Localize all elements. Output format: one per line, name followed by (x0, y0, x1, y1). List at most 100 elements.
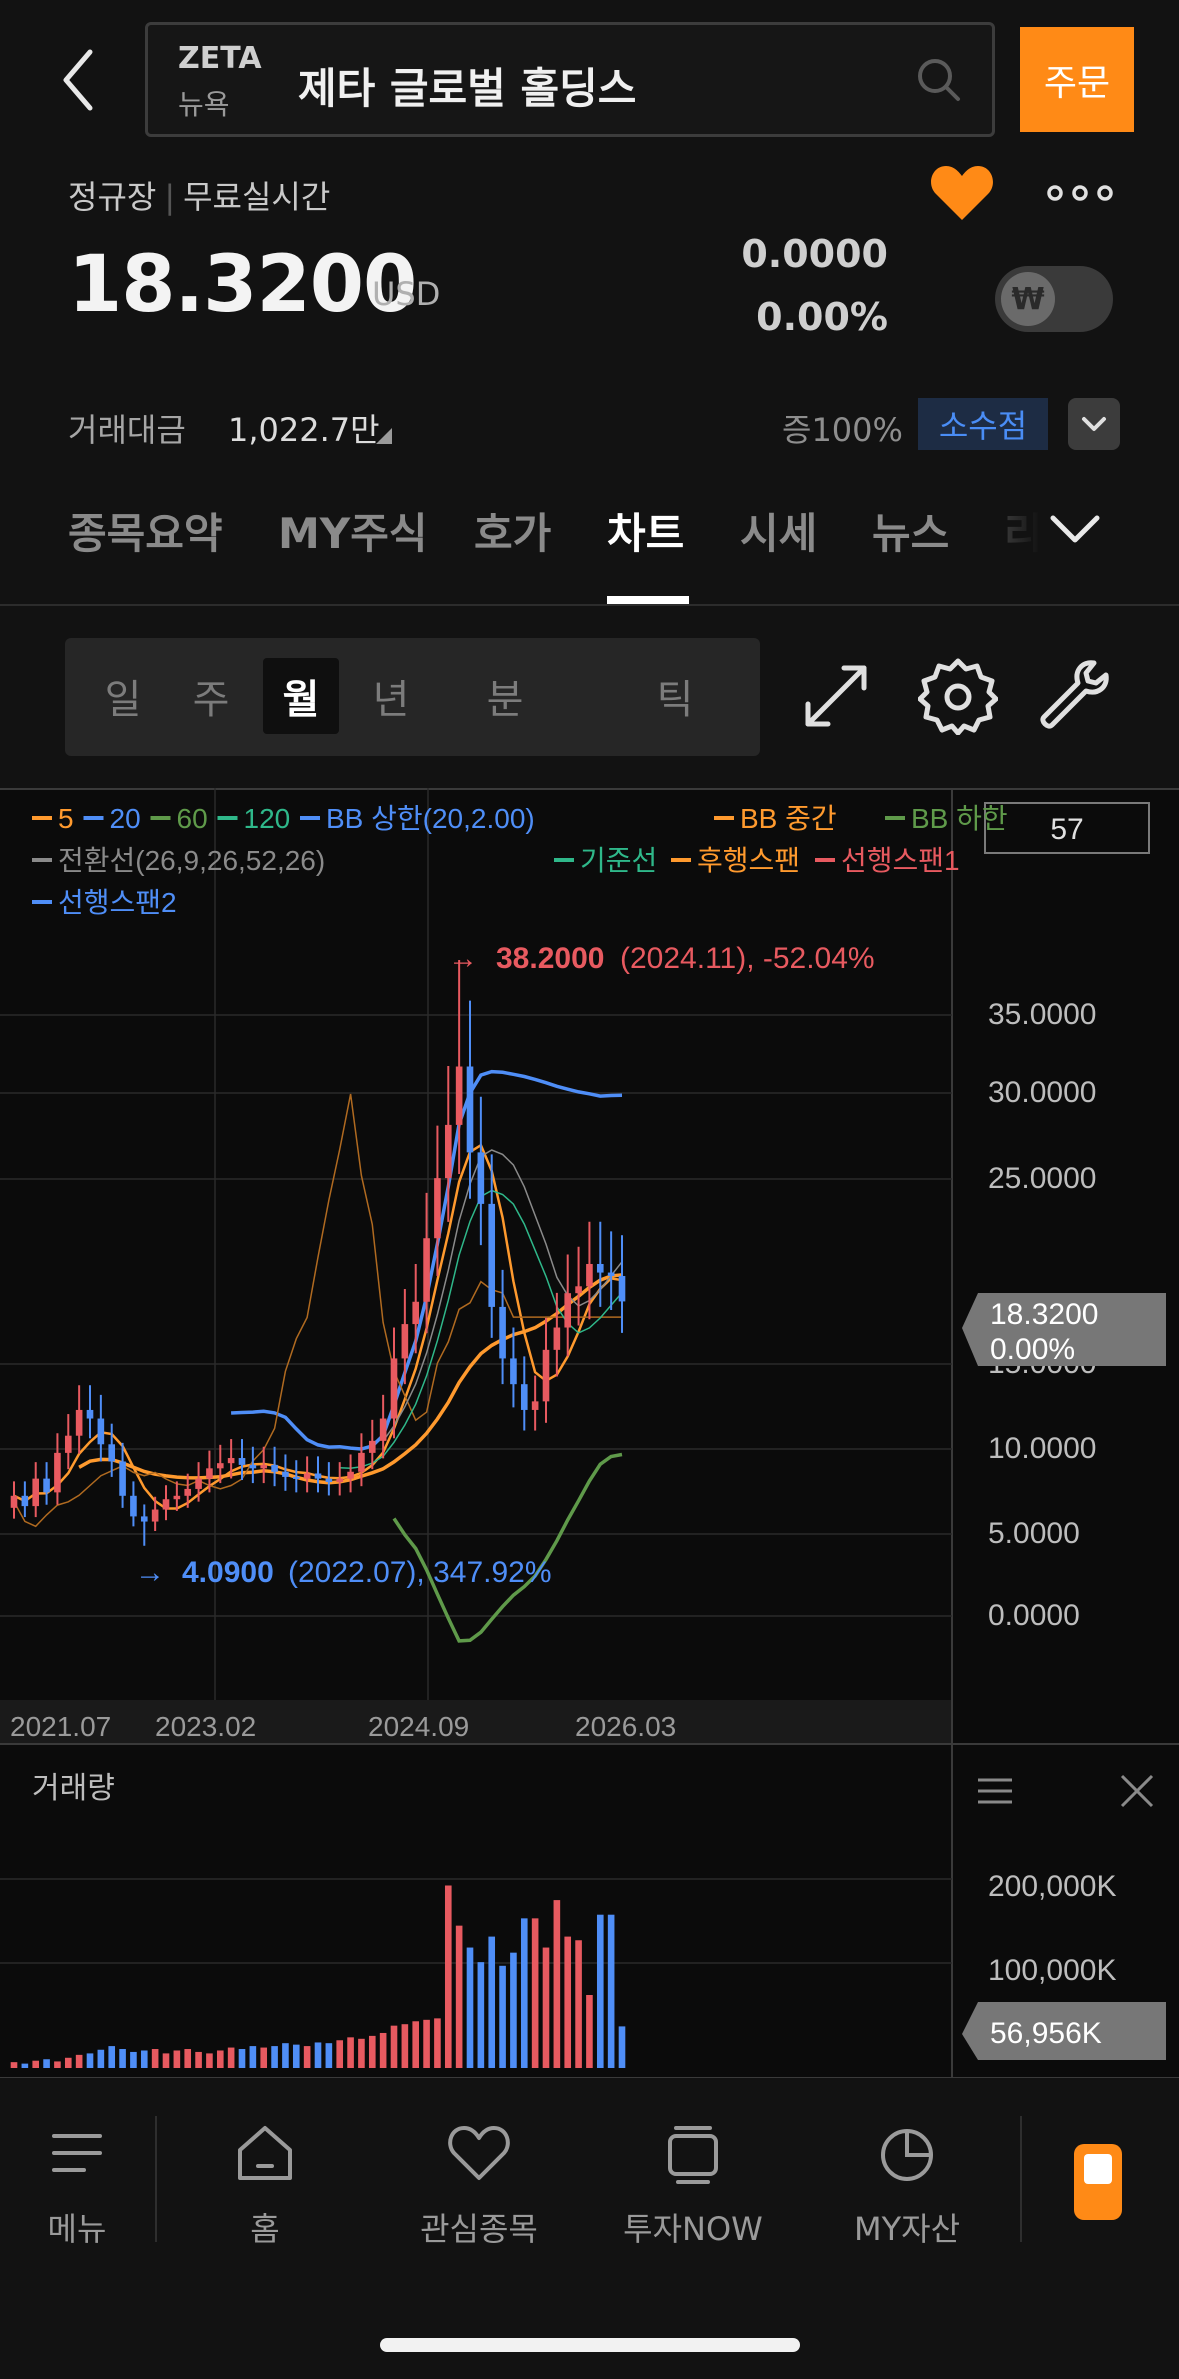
x-tick-label: 2023.02 (155, 1711, 256, 1742)
volume-bar (379, 2032, 387, 2068)
menu-icon (52, 2134, 102, 2172)
nav-home[interactable]: 홈 (170, 2118, 360, 2250)
nav-watchlist[interactable]: 관심종목 (384, 2118, 574, 2250)
chevron-down-icon[interactable] (1045, 508, 1105, 552)
won-icon: ₩ (1001, 272, 1055, 326)
chevron-down-icon (1082, 417, 1106, 431)
tab-summary[interactable]: 종목요약 (68, 500, 223, 561)
period-tick[interactable]: 틱 (625, 658, 725, 734)
separator: | (164, 178, 176, 216)
market-session-label: 정규장 (68, 178, 157, 216)
volume-bar (314, 2042, 322, 2068)
tab-orderbook[interactable]: 호가 (474, 500, 551, 561)
candle-body (607, 1272, 615, 1277)
legend-swatch (815, 858, 835, 862)
volume-bar (336, 2040, 344, 2068)
back-button[interactable] (48, 40, 118, 120)
more-options-icon[interactable] (1045, 178, 1115, 208)
legend-label: 20 (110, 803, 141, 834)
candle-body (130, 1495, 137, 1517)
decimal-button[interactable]: 소수점 (918, 398, 1048, 450)
volume-bars (10, 1885, 626, 2068)
tab-news[interactable]: 뉴스 (872, 500, 949, 561)
volume-bar (206, 2053, 213, 2068)
period-month[interactable]: 월 (263, 658, 339, 734)
nav-invest-now-label: 투자NOW (623, 2210, 763, 2248)
volume-bar (553, 1900, 561, 2068)
legend-swatch (32, 816, 52, 820)
candle-body (271, 1464, 278, 1472)
home-icon (238, 2126, 292, 2180)
count-box-value: 57 (1050, 813, 1083, 846)
stock-name: 제타 글로벌 홀딩스 (298, 64, 637, 113)
candle-body (206, 1468, 213, 1479)
ma5-line (13, 1143, 623, 1510)
expand-quote-button[interactable] (1068, 398, 1120, 450)
stock-search-box[interactable]: ZETA 뉴욕 제타 글로벌 홀딩스 (145, 22, 995, 137)
volume-bar (184, 2049, 192, 2068)
legend-label: 120 (244, 803, 291, 834)
order-button[interactable]: 주문 (1020, 27, 1134, 132)
period-week[interactable]: 주 (175, 658, 247, 734)
volume-bar (227, 2047, 235, 2068)
wrench-icon[interactable] (1034, 655, 1114, 735)
candle-body (303, 1473, 311, 1479)
heart-icon[interactable] (928, 162, 996, 224)
tab-chart[interactable]: 차트 (607, 500, 684, 561)
period-year[interactable]: 년 (355, 658, 427, 734)
y-tick-label: 5.0000 (988, 1517, 1080, 1550)
volume-tick-label: 100,000K (988, 1954, 1116, 1987)
candle-body (21, 1495, 29, 1507)
candle-body (162, 1499, 170, 1510)
gear-icon[interactable] (918, 655, 998, 735)
y-tick-label: 25.0000 (988, 1162, 1096, 1195)
nav-my-assets[interactable]: MY자산 (812, 2118, 1002, 2250)
volume-bar (195, 2051, 202, 2068)
nav-invest-now[interactable]: 투자NOW (598, 2118, 788, 2250)
price-tag-value: 18.3200 (990, 1298, 1098, 1331)
candle-body (314, 1473, 322, 1479)
invest-now-icon (668, 2126, 718, 2184)
volume-bar (130, 2051, 137, 2068)
chevron-left-icon (63, 49, 93, 111)
legend-label: 60 (177, 803, 208, 834)
candle-body (336, 1478, 344, 1483)
period-minute[interactable]: 분 (455, 658, 555, 734)
candle-body (184, 1488, 192, 1496)
candle-body (151, 1509, 159, 1522)
tab-my-stock[interactable]: MY주식 (278, 500, 428, 561)
stock-chart[interactable]: 57 35.000030.000025.000015.000010.00005.… (0, 788, 1179, 2078)
volume-title: 거래량 (32, 1772, 115, 1805)
nav-separator (155, 2116, 157, 2242)
close-icon[interactable] (1120, 1774, 1154, 1808)
volume-bar (173, 2050, 181, 2068)
candle-body (140, 1516, 148, 1522)
bottom-navigation: 메뉴 홈 관심종목 투자NOW MY자산 (0, 2082, 1179, 2379)
quick-action-button[interactable] (1074, 2144, 1122, 2220)
candle-body (64, 1435, 72, 1453)
period-day[interactable]: 일 (87, 658, 159, 734)
candle-body (292, 1476, 300, 1479)
candle-body (423, 1238, 430, 1302)
candle-body (488, 1203, 496, 1307)
volume-bar (162, 2053, 170, 2068)
volume-bar (499, 1965, 506, 2068)
y-tick-label: 30.0000 (988, 1076, 1096, 1109)
tab-quotes[interactable]: 시세 (740, 500, 817, 561)
candle-body (390, 1358, 398, 1419)
volume-bar (444, 1885, 452, 2068)
nav-menu[interactable]: 메뉴 (0, 2118, 172, 2250)
search-icon[interactable] (914, 55, 964, 105)
expand-icon[interactable] (800, 660, 872, 732)
chart-area[interactable]: 57 35.000030.000025.000015.000010.00005.… (0, 788, 1179, 2078)
candle-body (325, 1478, 333, 1483)
currency-toggle[interactable]: ₩ (995, 266, 1113, 332)
candle-body (564, 1293, 572, 1328)
max-annotation-arrow: → (448, 942, 478, 975)
volume-bar (434, 2018, 441, 2068)
volume-bar (260, 2047, 268, 2068)
max-annotation-value: 38.2000 (496, 942, 604, 975)
hamburger-icon[interactable] (978, 1778, 1012, 1804)
legend-label: BB 하한 (911, 803, 1008, 834)
candle-body (227, 1458, 235, 1464)
